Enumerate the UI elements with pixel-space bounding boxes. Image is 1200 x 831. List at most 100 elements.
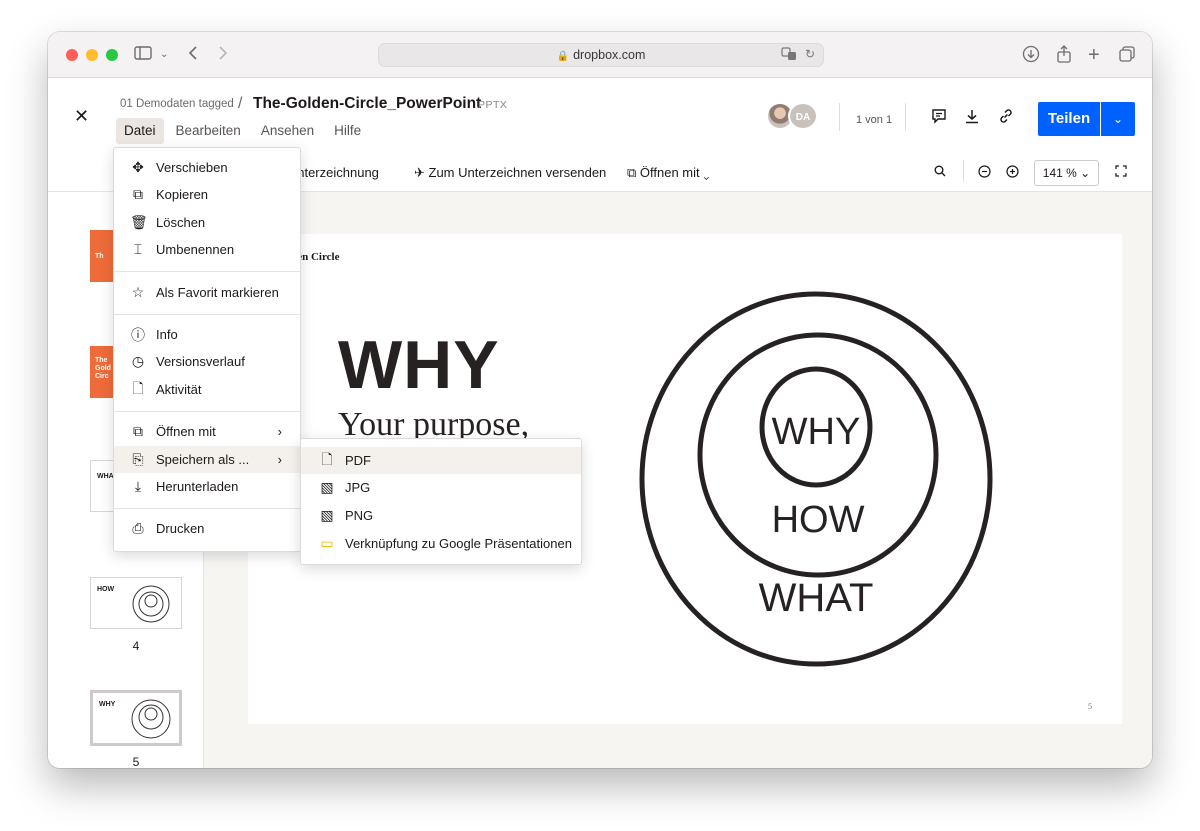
menu-item-copy[interactable]: ⧉ Kopieren	[114, 181, 300, 208]
comment-icon[interactable]	[931, 108, 947, 129]
search-icon[interactable]	[934, 165, 946, 180]
download-icon: ⤓	[134, 478, 142, 494]
menu-item-save-as[interactable]: ⎘ Speichern als ... ›	[114, 446, 300, 473]
file-name[interactable]: The-Golden-Circle_PowerPoint	[253, 95, 481, 113]
lock-icon: 🔒	[556, 51, 570, 62]
thumbnail-title: HOW	[97, 586, 115, 593]
menu-item-move[interactable]: ✥ Verschieben	[114, 154, 300, 181]
move-icon: ✥	[132, 159, 144, 175]
thumbnail-number: 4	[132, 639, 140, 653]
translate-icon[interactable]	[781, 47, 797, 64]
zoom-out-icon[interactable]	[978, 165, 991, 181]
print-icon: ⎙	[132, 520, 144, 536]
menu-ansehen[interactable]: Ansehen	[253, 118, 322, 144]
send-to-sign-button[interactable]: ✈︎ Zum Unterzeichnen versenden	[414, 165, 606, 181]
menu-item-label: Öffnen mit	[156, 424, 216, 439]
minimize-window-button[interactable]	[86, 49, 98, 61]
open-with-label: Öffnen mit	[639, 165, 700, 180]
menu-datei[interactable]: Datei	[116, 118, 164, 144]
url-text: 🔒 dropbox.com	[379, 48, 823, 62]
back-icon[interactable]	[188, 45, 198, 65]
menu-item-label: Verknüpfung zu Google Präsentationen	[345, 536, 572, 551]
share-options-chevron-icon[interactable]: ⌄	[1101, 102, 1135, 136]
menu-item-download[interactable]: ⤓ Herunterladen	[114, 473, 300, 500]
menu-item-delete[interactable]: 🗑︎ Löschen	[114, 209, 300, 236]
star-icon: ☆	[131, 284, 145, 300]
zoom-window-button[interactable]	[106, 49, 118, 61]
menu-item-label: Info	[156, 327, 178, 342]
divider	[839, 103, 840, 131]
open-external-icon: ⧉	[133, 423, 143, 439]
slide-page-number: 5	[1088, 702, 1092, 711]
menu-item-label: Löschen	[156, 215, 206, 230]
save-as-png[interactable]: ▧ PNG	[301, 502, 581, 529]
divider	[905, 103, 906, 131]
reload-icon[interactable]: ↻	[805, 47, 815, 61]
copy-icon: ⧉	[133, 186, 143, 202]
save-as-google-slides[interactable]: ▭ Verknüpfung zu Google Präsentationen	[301, 530, 581, 557]
share-browser-icon[interactable]	[1056, 45, 1072, 65]
save-as-icon: ⎘	[132, 451, 144, 467]
menu-item-label: PDF	[345, 453, 371, 468]
menu-item-label: Als Favorit markieren	[156, 285, 279, 300]
close-window-button[interactable]	[66, 49, 78, 61]
open-with-button[interactable]: ⧉ Öffnen mit ⌄	[627, 165, 709, 181]
menu-item-label: Drucken	[156, 521, 205, 536]
browser-window: ⌄ 🔒 dropbox.com ↻ + ✕ 01 Demodaten tagged…	[48, 32, 1152, 768]
chevron-down-icon[interactable]: ⌄	[160, 45, 168, 65]
download-icon[interactable]	[964, 108, 980, 129]
breadcrumb-separator: /	[238, 95, 243, 112]
menu-divider	[114, 314, 300, 315]
downloads-icon[interactable]	[1022, 45, 1040, 65]
menu-bearbeiten[interactable]: Bearbeiten	[168, 118, 249, 144]
new-tab-icon[interactable]: +	[1088, 45, 1100, 65]
fullscreen-icon[interactable]	[1115, 165, 1127, 180]
chevron-down-icon: ⌄	[1076, 166, 1091, 180]
menu-bar: Datei Bearbeiten Ansehen Hilfe	[116, 118, 373, 144]
thumbnail-title: WHA	[97, 473, 114, 480]
menu-divider	[114, 271, 300, 272]
avatar-initials[interactable]: DA	[788, 102, 818, 130]
send-icon: ✈︎	[414, 165, 429, 180]
activity-icon: 🗋	[132, 379, 144, 396]
forward-icon[interactable]	[218, 45, 228, 65]
tab-overview-icon[interactable]	[1118, 45, 1136, 65]
thumbnail-circles	[131, 699, 171, 739]
close-icon[interactable]: ✕	[74, 106, 89, 127]
thumbnail-title: WHY	[99, 701, 116, 708]
chevron-right-icon: ›	[277, 452, 282, 467]
menu-divider	[114, 411, 300, 412]
breadcrumb-folder[interactable]: 01 Demodaten tagged	[120, 98, 234, 110]
menu-item-label: Herunterladen	[156, 479, 239, 494]
thumbnail-title: The Gold Circ	[95, 357, 111, 380]
circle-label-how: HOW	[772, 499, 865, 541]
menu-item-info[interactable]: ⓘ Info	[114, 321, 300, 348]
open-external-icon: ⧉	[627, 165, 640, 180]
thumbnail-slide-4[interactable]: HOW	[90, 577, 182, 629]
menu-item-open-with[interactable]: ⧉ Öffnen mit ›	[114, 418, 300, 445]
address-bar[interactable]: 🔒 dropbox.com ↻	[378, 43, 824, 67]
share-button[interactable]: Teilen	[1038, 102, 1100, 136]
link-icon[interactable]	[998, 108, 1014, 129]
page-count: 1 von 1	[856, 114, 893, 126]
menu-item-print[interactable]: ⎙ Drucken	[114, 515, 300, 542]
menu-divider	[114, 508, 300, 509]
menu-item-favorite[interactable]: ☆ Als Favorit markieren	[114, 279, 300, 306]
menu-hilfe[interactable]: Hilfe	[326, 118, 369, 144]
thumbnail-slide-5[interactable]: WHY	[90, 690, 182, 746]
menu-item-activity[interactable]: 🗋 Aktivität	[114, 376, 300, 403]
zoom-in-icon[interactable]	[1006, 165, 1019, 181]
zoom-select[interactable]: 141 % ⌄	[1034, 160, 1099, 186]
file-type: PPTX	[478, 99, 508, 111]
save-as-pdf[interactable]: 🗋 PDF	[301, 447, 581, 474]
sidebar-toggle-icon[interactable]	[134, 45, 152, 65]
menu-item-rename[interactable]: ⌶ Umbenennen	[114, 236, 300, 263]
signature-button[interactable]: unterzeichnung	[290, 165, 379, 180]
file-icon: 🗋	[321, 450, 333, 467]
menu-item-label: Versionsverlauf	[156, 354, 245, 369]
menu-item-version-history[interactable]: ◷ Versionsverlauf	[114, 348, 300, 375]
menu-item-label: Kopieren	[156, 187, 209, 202]
save-as-jpg[interactable]: ▧ JPG	[301, 474, 581, 501]
menu-item-label: PNG	[345, 508, 374, 523]
thumbnail-circles	[132, 585, 170, 623]
